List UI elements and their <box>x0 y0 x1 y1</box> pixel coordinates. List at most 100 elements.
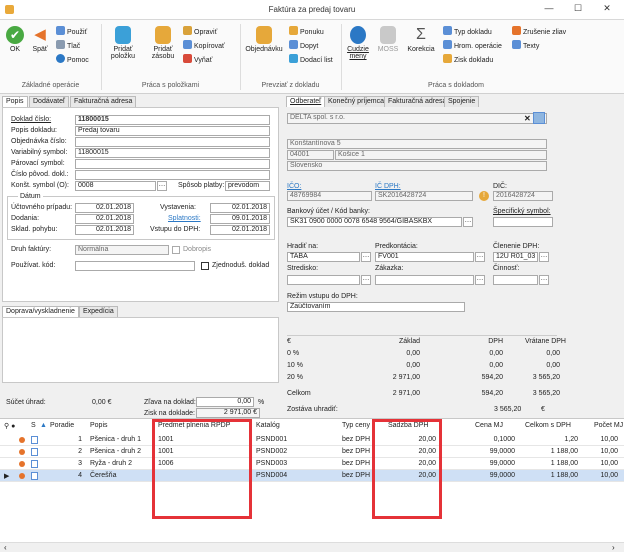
vatsplit-input[interactable]: 12U R01_03 <box>493 252 538 262</box>
pay-select[interactable]: prevodom <box>225 181 270 191</box>
cinnost-browse-button[interactable]: … <box>539 275 549 285</box>
prekont-browse-button[interactable]: … <box>475 252 485 262</box>
cut-button[interactable]: Vyňať <box>183 54 212 64</box>
col-order[interactable]: Poradie <box>50 422 74 429</box>
horizontal-scrollbar[interactable]: ‹ › <box>0 542 624 552</box>
address-book-icon[interactable] <box>533 112 545 124</box>
credit-note-checkbox[interactable] <box>172 246 180 254</box>
cinnost-input[interactable] <box>493 275 538 285</box>
var-sym-input[interactable]: 11800015 <box>75 148 270 158</box>
offer-button[interactable]: Ponuku <box>289 26 324 36</box>
icdph-input[interactable]: SK2016428724 <box>375 191 473 201</box>
print-button[interactable]: Tlač <box>56 40 80 50</box>
prekont-input[interactable]: FV001 <box>375 252 474 262</box>
grid-toolbar-icons[interactable]: ⚲ ● <box>4 422 15 430</box>
moss-button[interactable]: MOSS <box>376 26 400 53</box>
stock-date-input[interactable]: 02.01.2018 <box>75 225 134 235</box>
add-item-button[interactable]: Pridať položku <box>106 26 140 60</box>
delivery-button[interactable]: Dodací list <box>289 54 333 64</box>
add-stock-button[interactable]: Pridať zásobu <box>146 26 180 60</box>
zakazka-browse-button[interactable]: … <box>475 275 485 285</box>
clear-company-icon[interactable]: ✕ <box>524 114 531 123</box>
dic-input[interactable]: 2016428724 <box>493 191 553 201</box>
col-price-type[interactable]: Typ ceny <box>342 422 370 429</box>
tab-expedition[interactable]: Expedícia <box>79 306 118 317</box>
tab-transport[interactable]: Doprava/vyskladnenie <box>2 306 79 317</box>
country-input[interactable]: Slovensko <box>287 161 547 171</box>
doc-no-input[interactable]: 11800015 <box>75 115 270 125</box>
orig-doc-input[interactable] <box>75 170 270 180</box>
ok-button[interactable]: ✔ OK <box>4 26 26 53</box>
inquiry-button[interactable]: Dopyt <box>289 40 318 50</box>
back-button[interactable]: ◀ Späť <box>28 26 52 53</box>
user-code-input[interactable] <box>75 261 195 271</box>
table-row[interactable]: 1 Pšenica - druh 1 1001 PSND001 bez DPH 20,00… <box>0 434 624 446</box>
tab-right-billing[interactable]: Fakturačná adresa <box>384 96 451 107</box>
order-button[interactable]: Objednávku <box>244 26 284 53</box>
col-s[interactable]: S <box>31 422 36 429</box>
table-row[interactable]: 3 Ryža - druh 2 1006 PSND003 bez DPH 20,00 99,… <box>0 458 624 470</box>
center-browse-button[interactable]: … <box>361 252 371 262</box>
tab-billing-address[interactable]: Fakturačná adresa <box>70 96 137 107</box>
bulk-ops-button[interactable]: Hrom. operácie <box>443 40 502 50</box>
icdph-label[interactable]: IČ DPH: <box>375 183 401 190</box>
due-date-input[interactable]: 09.01.2018 <box>210 214 270 224</box>
stred-input[interactable] <box>287 275 360 285</box>
company-input[interactable]: DELTA spol. s r.o. <box>287 113 547 124</box>
tab-supplier[interactable]: Dodávateľ <box>29 96 70 107</box>
desc-input[interactable]: Predaj tovaru <box>75 126 270 136</box>
ico-label[interactable]: IČO: <box>287 183 301 190</box>
col-catalog[interactable]: Katalóg <box>256 422 280 429</box>
tab-connection[interactable]: Spojenie <box>444 96 480 107</box>
cancel-discounts-button[interactable]: Zrušenie zliav <box>512 26 566 36</box>
col-desc[interactable]: Popis <box>90 422 108 429</box>
profit-button[interactable]: Zisk dokladu <box>443 54 493 64</box>
tab-customer[interactable]: Odberateľ <box>286 96 326 107</box>
table-row[interactable]: ▶ 4 Čerešňa PSND004 bez DPH 20,00 99,0000 1 188… <box>0 470 624 482</box>
scroll-right-icon[interactable]: › <box>612 543 615 552</box>
maximize-button[interactable]: ☐ <box>563 3 593 17</box>
zakazka-input[interactable] <box>375 275 474 285</box>
due-date-link[interactable]: Splatnosti: <box>168 215 201 222</box>
foreign-currency-button[interactable]: Cudzie meny <box>345 26 371 60</box>
col-qty[interactable]: Počet MJ <box>594 422 623 429</box>
tab-popis[interactable]: Popis <box>2 96 28 107</box>
const-sym-input[interactable]: 0008 <box>75 181 156 191</box>
help-button[interactable]: Pomoc <box>56 54 89 64</box>
vat-in-date-input[interactable]: 02.01.2018 <box>210 225 270 235</box>
simplified-checkbox[interactable] <box>201 262 209 270</box>
warning-icon[interactable]: ! <box>479 191 489 201</box>
acc-date-input[interactable]: 02.01.2018 <box>75 203 134 213</box>
col-unit-price[interactable]: Cena MJ <box>475 422 503 429</box>
stred-browse-button[interactable]: … <box>361 275 371 285</box>
discount-input[interactable]: 0,00 <box>196 397 254 407</box>
transport-textarea[interactable] <box>2 317 279 383</box>
close-button[interactable]: ✕ <box>592 3 622 17</box>
kind-select[interactable]: Normálna <box>75 245 169 255</box>
texts-button[interactable]: Texty <box>512 40 539 50</box>
minimize-button[interactable]: — <box>534 3 564 17</box>
issue-date-input[interactable]: 02.01.2018 <box>210 203 270 213</box>
correction-button[interactable]: Σ Korekcia <box>404 26 438 53</box>
scroll-left-icon[interactable]: ‹ <box>4 543 7 552</box>
regime-select[interactable]: Zaúčtovaním <box>287 302 465 312</box>
street-input[interactable]: Konštantínova 5 <box>287 139 547 149</box>
city-input[interactable]: Košice 1 <box>335 150 547 160</box>
deliv-date-input[interactable]: 02.01.2018 <box>75 214 134 224</box>
order-no-input[interactable] <box>75 137 270 147</box>
col-total[interactable]: Celkom s DPH <box>525 422 571 429</box>
zip-input[interactable]: 04001 <box>287 150 334 160</box>
bank-browse-button[interactable]: … <box>463 217 473 227</box>
bank-input[interactable]: SK31 0900 0000 0078 6548 9564/GIBASKBX <box>287 217 462 227</box>
spec-sym-input[interactable] <box>493 217 553 227</box>
use-button[interactable]: Použiť <box>56 26 87 36</box>
pair-sym-input[interactable] <box>75 159 270 169</box>
const-sym-browse-button[interactable]: … <box>157 181 167 191</box>
vatsplit-browse-button[interactable]: … <box>539 252 549 262</box>
doc-type-button[interactable]: Typ dokladu <box>443 26 492 36</box>
edit-button[interactable]: Opraviť <box>183 26 217 36</box>
center-input[interactable]: TABA <box>287 252 360 262</box>
tab-final-recipient[interactable]: Konečný príjemca <box>324 96 389 107</box>
ico-input[interactable]: 48769984 <box>287 191 372 201</box>
copy-button[interactable]: Kopírovať <box>183 40 225 50</box>
